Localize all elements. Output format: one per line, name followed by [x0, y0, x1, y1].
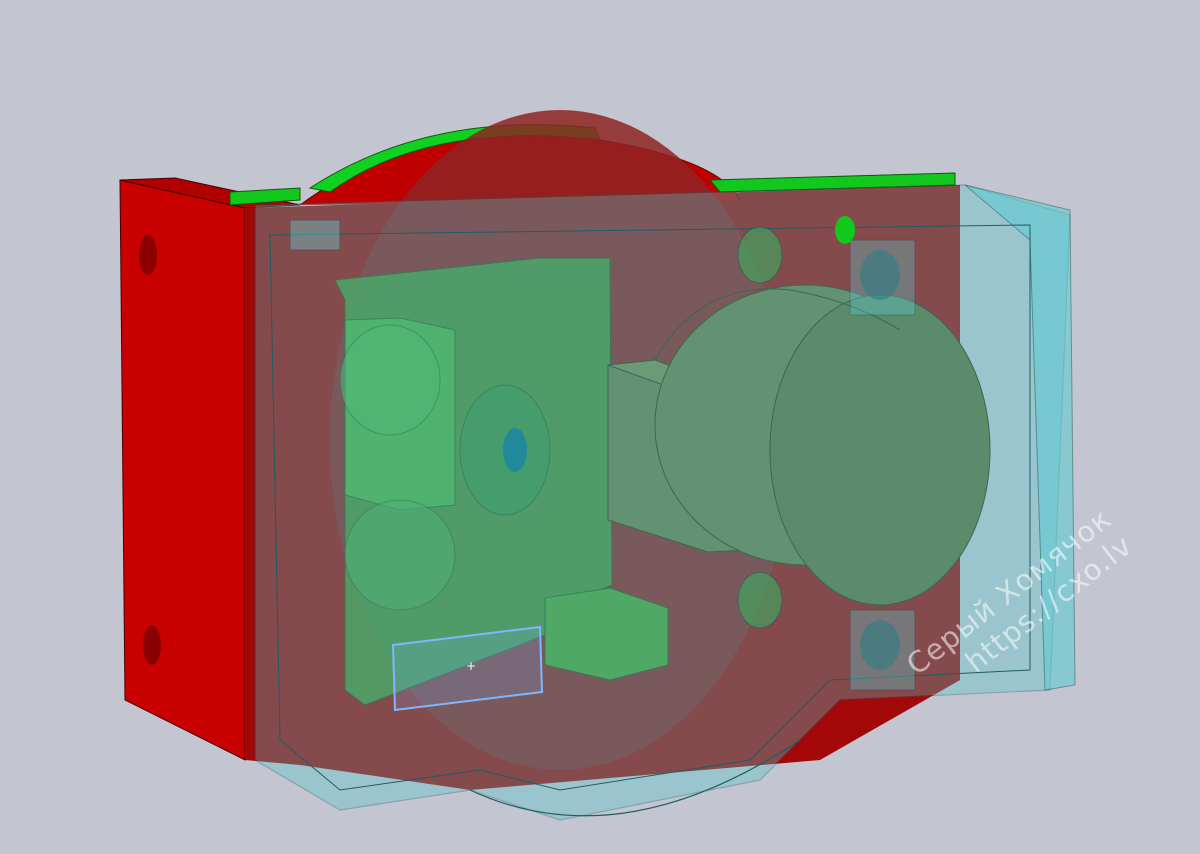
transparent-housing[interactable]	[254, 184, 1076, 821]
mount-hole-bottom	[143, 625, 161, 665]
cad-3d-viewport[interactable]: + Серый Хомячок https://cxo.lv	[0, 0, 1200, 850]
model-canvas[interactable]: +	[0, 0, 1200, 850]
mount-hole-top	[139, 235, 157, 275]
sketch-center-mark: +	[466, 659, 476, 673]
